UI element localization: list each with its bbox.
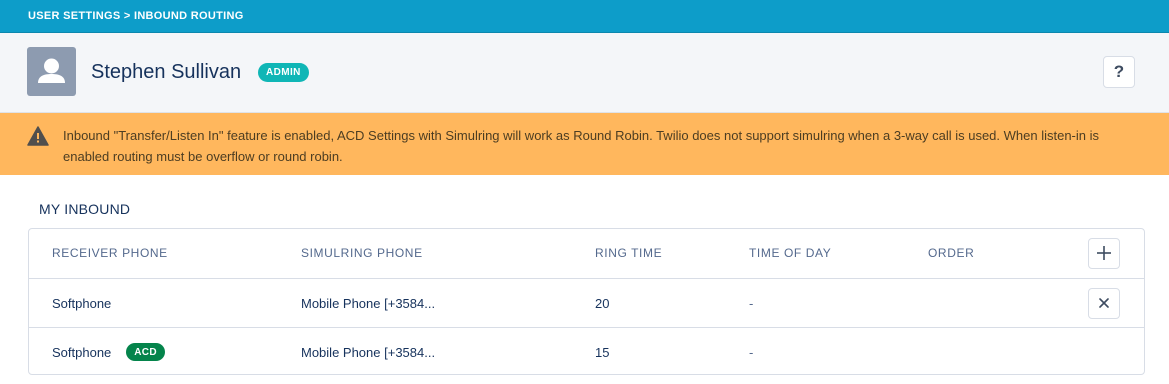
warning-message: Inbound "Transfer/Listen In" feature is … xyxy=(63,128,1100,164)
warning-banner: Inbound "Transfer/Listen In" feature is … xyxy=(0,113,1169,175)
warning-icon xyxy=(27,126,49,146)
simulring-phone-cell[interactable]: Mobile Phone [+3584... xyxy=(301,279,435,327)
user-name: Stephen Sullivan xyxy=(91,61,242,83)
column-header-receiver-phone: RECEIVER PHONE xyxy=(52,246,168,260)
column-header-ring-time: RING TIME xyxy=(595,246,663,260)
column-header-time-of-day: TIME OF DAY xyxy=(749,246,832,260)
ring-time-cell[interactable]: 20 xyxy=(595,279,609,327)
remove-row-button[interactable] xyxy=(1088,287,1120,319)
inbound-table: RECEIVER PHONE SIMULRING PHONE RING TIME… xyxy=(28,228,1145,375)
section-title: MY INBOUND xyxy=(39,201,131,217)
close-icon xyxy=(1099,298,1109,308)
admin-badge: ADMIN xyxy=(258,63,309,82)
help-button[interactable]: ? xyxy=(1103,56,1135,88)
receiver-phone-cell[interactable]: Softphone xyxy=(52,279,111,327)
breadcrumb-text[interactable]: USER SETTINGS > INBOUND ROUTING xyxy=(28,10,244,22)
add-inbound-button[interactable] xyxy=(1088,237,1120,269)
plus-icon xyxy=(1097,246,1111,260)
acd-badge: ACD xyxy=(126,343,165,361)
simulring-phone-cell[interactable]: Mobile Phone [+3584... xyxy=(301,328,435,376)
table-row[interactable]: Softphone Mobile Phone [+3584... 20 - xyxy=(29,278,1144,327)
receiver-phone-cell[interactable]: Softphone xyxy=(52,345,111,360)
time-of-day-cell[interactable]: - xyxy=(749,328,753,376)
column-header-order: ORDER xyxy=(928,246,975,260)
user-icon xyxy=(38,58,65,83)
table-row[interactable]: Softphone ACD Mobile Phone [+3584... 15 … xyxy=(29,327,1144,376)
avatar xyxy=(27,47,76,96)
profile-header: Stephen Sullivan ADMIN ? xyxy=(0,33,1169,113)
column-header-simulring-phone: SIMULRING PHONE xyxy=(301,246,423,260)
time-of-day-cell[interactable]: - xyxy=(749,279,753,327)
table-header-row: RECEIVER PHONE SIMULRING PHONE RING TIME… xyxy=(29,229,1144,278)
ring-time-cell[interactable]: 15 xyxy=(595,328,609,376)
breadcrumb: USER SETTINGS > INBOUND ROUTING xyxy=(0,0,1169,33)
